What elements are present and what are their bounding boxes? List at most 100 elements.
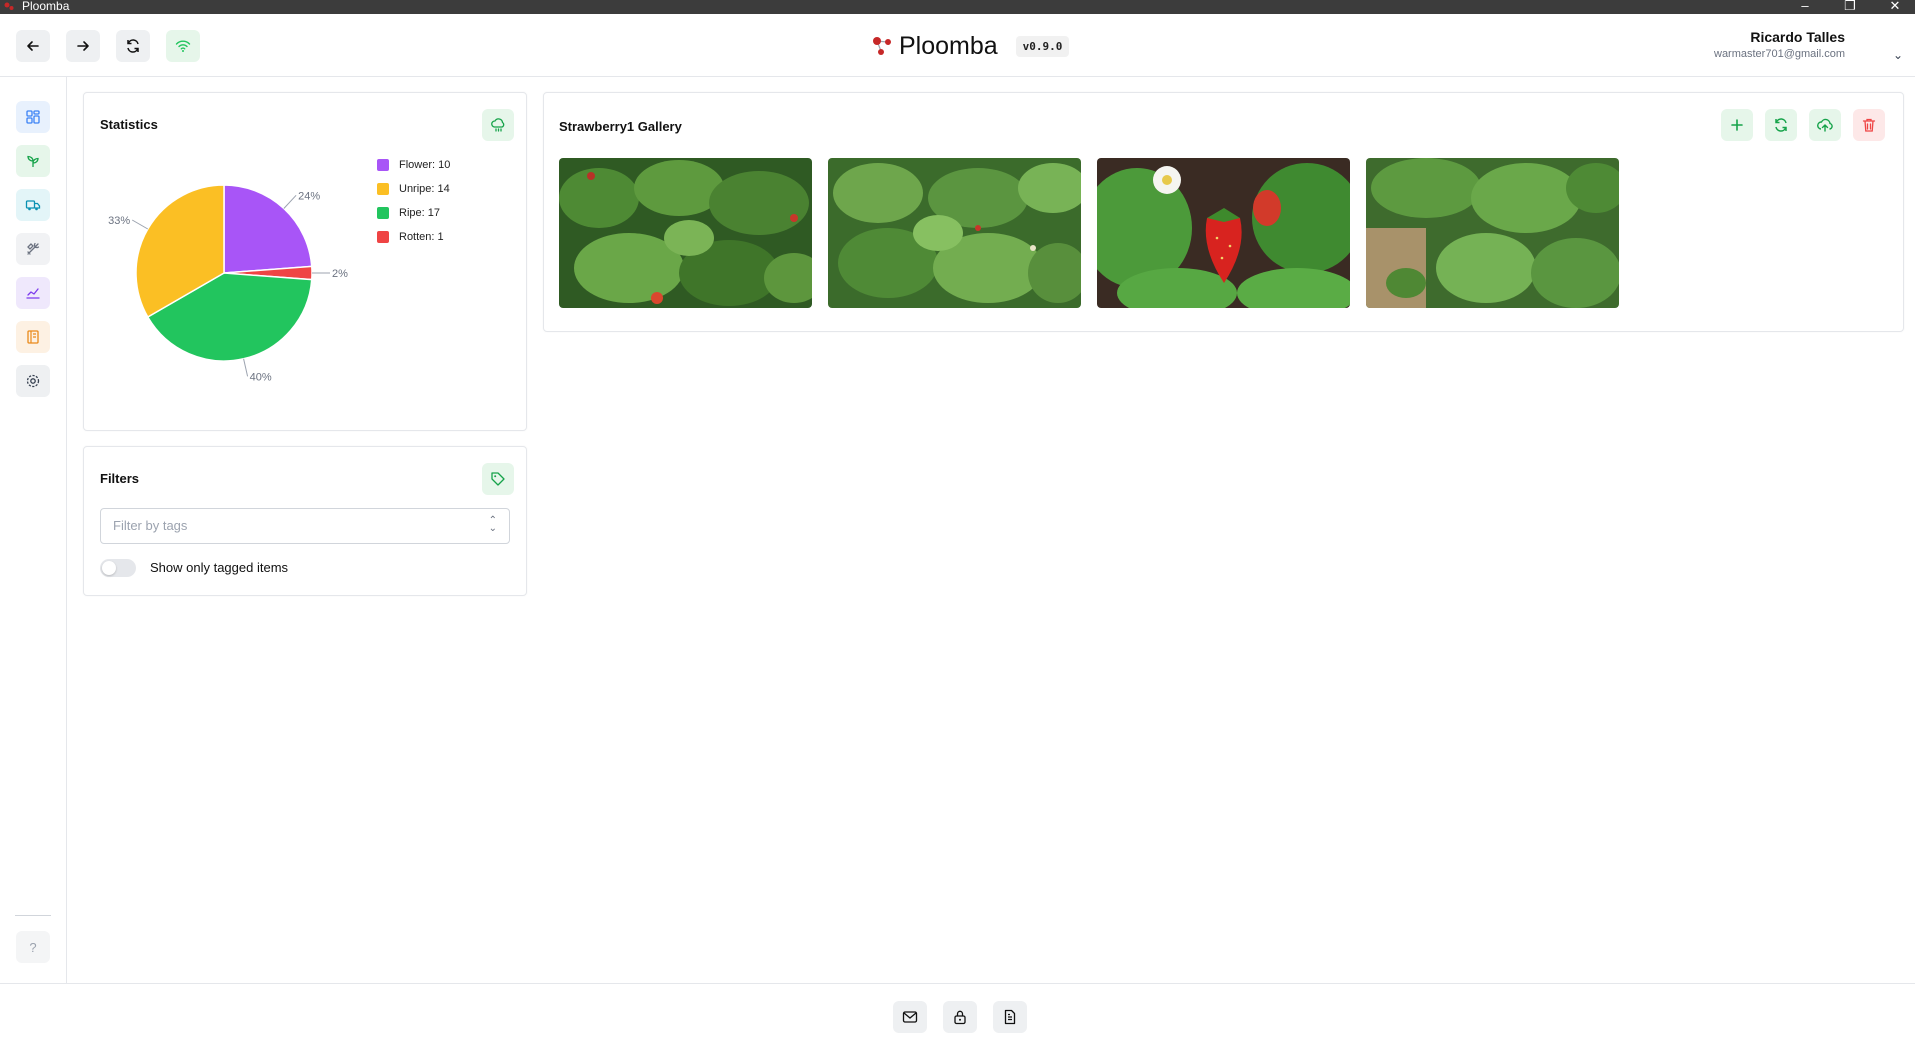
settings-icon [26, 374, 40, 388]
terms-button[interactable] [993, 1001, 1027, 1033]
pie-label-line [131, 219, 149, 230]
ripe-strawberry-photo [1097, 158, 1350, 308]
legend-swatch [377, 183, 389, 195]
sidebar-item-plants[interactable] [16, 145, 50, 177]
sidebar-item-notes[interactable] [16, 321, 50, 353]
forward-arrow-icon [77, 41, 89, 51]
gallery-image[interactable] [1097, 158, 1350, 308]
chevron-up-down-icon: ⌃ ⌄ [488, 515, 497, 534]
notebook-icon [27, 330, 39, 344]
ploomba-logo-icon [873, 37, 891, 55]
mail-icon [902, 1011, 918, 1023]
refresh-icon [127, 39, 139, 53]
user-menu[interactable]: Ricardo Talles warmaster701@gmail.com [1714, 29, 1845, 60]
tag-filter-placeholder: Filter by tags [113, 518, 188, 533]
tagged-only-toggle[interactable] [100, 559, 136, 577]
app-header: Ploomba v0.9.0 Ricardo Talles warmaster7… [0, 14, 1915, 77]
legend-swatch [377, 207, 389, 219]
help-icon: ? [29, 939, 37, 955]
pie-percent-label: 33% [108, 215, 130, 227]
pie-label-line [243, 358, 249, 377]
ploomba-logo-icon [4, 2, 14, 10]
restore-icon[interactable]: ❐ [1835, 0, 1865, 13]
plant-icon [27, 155, 39, 167]
filters-card: Filters Filter by tags ⌃ ⌄ Show only tagg… [83, 446, 527, 596]
app-footer [0, 983, 1915, 1042]
connection-status-button[interactable] [166, 30, 200, 62]
dashboard-icon [26, 110, 40, 124]
delete-gallery-button[interactable] [1853, 109, 1885, 141]
gallery-title: Strawberry1 Gallery [559, 119, 682, 134]
chart-line-icon [26, 288, 40, 299]
cloud-rain-icon [491, 118, 505, 132]
os-title-bar: Ploomba – ❐ ✕ [0, 0, 1915, 14]
legend-label: Ripe: 17 [399, 207, 440, 219]
strawberry-plants-photo [1366, 158, 1619, 308]
document-icon [1004, 1009, 1016, 1025]
legend-label: Unripe: 14 [399, 183, 450, 195]
strawberry-plants-photo [559, 158, 812, 308]
upload-button[interactable] [1809, 109, 1841, 141]
gallery-image[interactable] [1366, 158, 1619, 308]
legend-item-unripe: Unripe: 14 [377, 177, 450, 201]
sidebar-item-dashboard[interactable] [16, 101, 50, 133]
legend-swatch [377, 159, 389, 171]
upload-cloud-icon [1817, 118, 1833, 132]
sidebar-item-analytics[interactable] [16, 277, 50, 309]
refresh-icon [1775, 118, 1787, 132]
wifi-icon [175, 40, 191, 52]
legend-swatch [377, 231, 389, 243]
pie-percent-label: 40% [250, 371, 272, 383]
brand-name: Ploomba [899, 31, 998, 60]
back-arrow-icon [27, 41, 39, 51]
close-icon[interactable]: ✕ [1880, 0, 1910, 13]
legend-label: Flower: 10 [399, 159, 451, 171]
legend-item-ripe: Ripe: 17 [377, 201, 450, 225]
trash-icon [1862, 118, 1876, 132]
strawberry-plants-photo [828, 158, 1081, 308]
forward-button[interactable] [66, 30, 100, 62]
version-badge: v0.9.0 [1015, 35, 1070, 57]
user-name: Ricardo Talles [1750, 29, 1845, 45]
contact-button[interactable] [893, 1001, 927, 1033]
tag-filter-select[interactable]: Filter by tags ⌃ ⌄ [100, 508, 510, 544]
back-button[interactable] [16, 30, 50, 62]
refresh-button[interactable] [116, 30, 150, 62]
chart-legend: Flower: 10 Unripe: 14 Ripe: 17 Rotten: 1 [377, 153, 450, 249]
window-title: Ploomba [22, 0, 70, 13]
refresh-gallery-button[interactable] [1765, 109, 1797, 141]
tags-button[interactable] [482, 463, 514, 495]
gallery-image[interactable] [828, 158, 1081, 308]
pie-percent-label: 24% [298, 190, 320, 202]
sidebar-item-settings[interactable] [16, 365, 50, 397]
statistics-title: Statistics [100, 117, 158, 132]
toggle-knob [102, 561, 116, 575]
pie-label-line [283, 194, 297, 209]
weather-button[interactable] [482, 109, 514, 141]
minimize-icon[interactable]: – [1790, 0, 1820, 13]
pie-percent-label: 2% [332, 268, 348, 280]
lock-icon [954, 1010, 966, 1025]
brand: Ploomba v0.9.0 [871, 30, 1070, 62]
add-icon [1731, 119, 1743, 131]
privacy-button[interactable] [943, 1001, 977, 1033]
tag-icon [491, 472, 505, 486]
legend-item-rotten: Rotten: 1 [377, 225, 450, 249]
sidebar: ? [0, 77, 67, 983]
gallery-image[interactable] [559, 158, 812, 308]
sidebar-divider [15, 915, 51, 916]
user-email: warmaster701@gmail.com [1714, 48, 1845, 60]
legend-item-flower: Flower: 10 [377, 153, 450, 177]
sidebar-item-logistics[interactable] [16, 189, 50, 221]
chevron-down-icon[interactable]: ⌄ [1893, 48, 1903, 62]
truck-icon [25, 200, 41, 211]
legend-label: Rotten: 1 [399, 231, 444, 243]
add-image-button[interactable] [1721, 109, 1753, 141]
tools-icon [27, 242, 40, 255]
statistics-card: Statistics 24% 2% 40% 33% Flower: 10 Unripe… [83, 92, 527, 431]
sidebar-item-tools[interactable] [16, 233, 50, 265]
statistics-pie-chart: 24% 2% 40% 33% [108, 184, 348, 383]
filters-title: Filters [100, 471, 140, 486]
tagged-only-label: Show only tagged items [150, 560, 289, 575]
help-button[interactable]: ? [16, 931, 50, 963]
